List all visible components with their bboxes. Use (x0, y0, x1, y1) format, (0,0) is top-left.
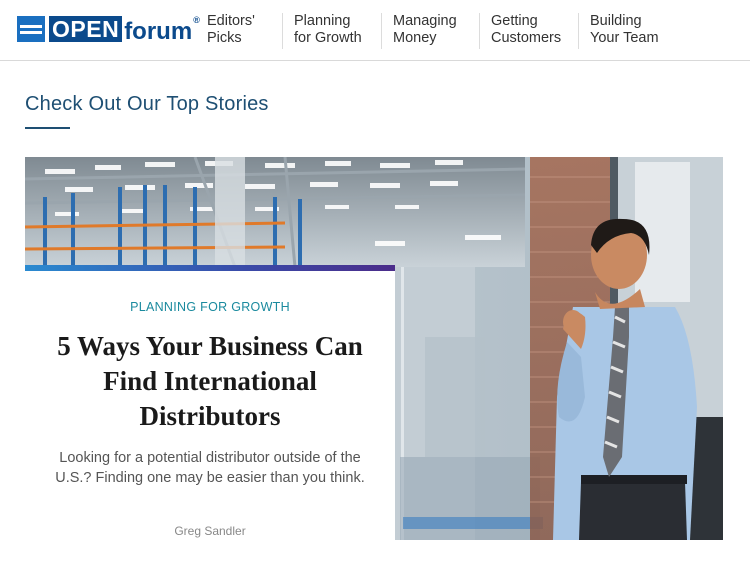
logo-open-text: OPEN (49, 16, 123, 42)
nav-item-getting-customers[interactable]: Getting Customers (479, 13, 578, 49)
feature-title-link[interactable]: 5 Ways Your Business Can Find Internatio… (43, 329, 377, 434)
section-title: Check Out Our Top Stories (25, 93, 269, 115)
amex-logo-icon (17, 16, 45, 42)
nav-item-building-your-team[interactable]: Building Your Team (578, 13, 678, 49)
nav-item-editors-picks[interactable]: Editors' Picks (196, 13, 282, 49)
nav-item-managing-money[interactable]: Managing Money (381, 13, 479, 49)
nav-item-planning-for-growth[interactable]: Planning for Growth (282, 13, 381, 49)
main-nav: Editors' Picks Planning for Growth Manag… (196, 13, 678, 49)
open-forum-logo[interactable]: OPEN forum® (17, 14, 200, 45)
feature-category-link[interactable]: PLANNING FOR GROWTH (25, 300, 395, 314)
feature-card: PLANNING FOR GROWTH 5 Ways Your Business… (25, 265, 395, 555)
feature-description: Looking for a potential distributor outs… (55, 450, 365, 486)
feature-author[interactable]: Greg Sandler (25, 524, 395, 538)
section-title-underline (25, 127, 70, 129)
site-header: OPEN forum® Editors' Picks Planning for … (0, 0, 750, 61)
card-accent-bar (25, 265, 395, 271)
logo-forum-text: forum® (124, 14, 200, 45)
